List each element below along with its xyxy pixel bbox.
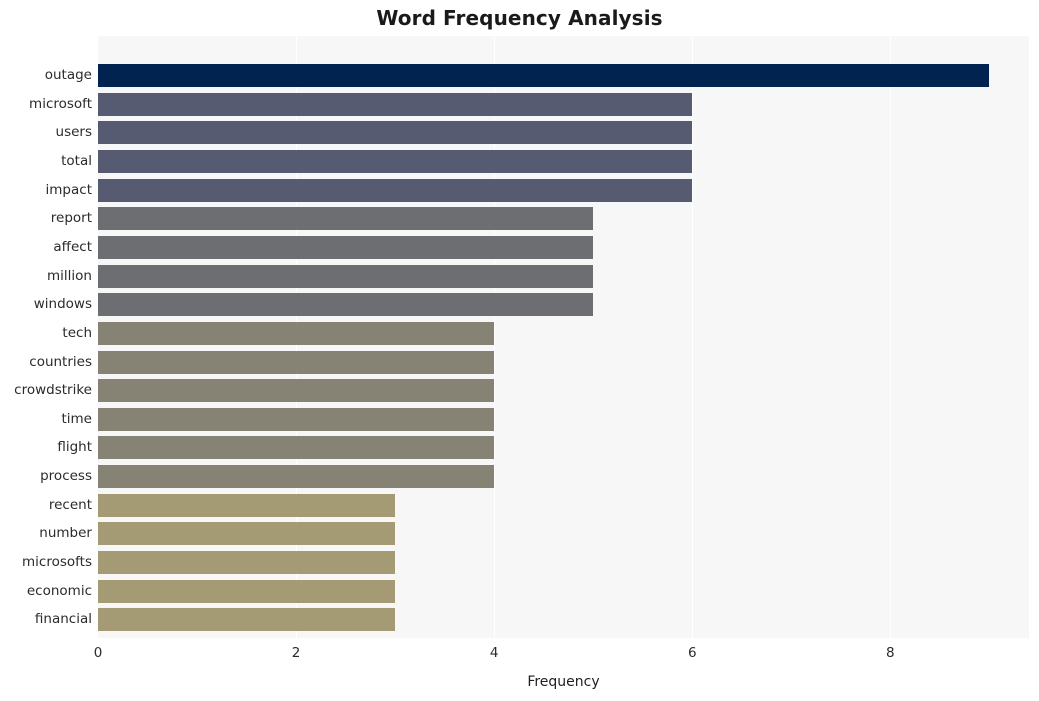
word-frequency-chart-figure: Word Frequency Analysis outage microsoft u…: [0, 0, 1039, 701]
y-axis-tick-label: total: [61, 152, 92, 169]
y-axis-tick-label: recent: [48, 496, 92, 513]
x-axis-tick-label: 8: [886, 645, 895, 661]
y-axis-tick-label: outage: [44, 67, 92, 83]
bar[interactable]: [98, 149, 693, 173]
chart-title: Word Frequency Analysis: [376, 6, 663, 30]
x-axis-tick-labels: 0 2 4 6 8: [0, 645, 1039, 667]
bar[interactable]: [98, 436, 495, 460]
y-axis-tick-label: million: [47, 267, 92, 284]
x-axis-tick-label: 4: [489, 645, 499, 661]
bar[interactable]: [98, 608, 396, 632]
bar[interactable]: [98, 350, 495, 374]
y-axis-tick-label: flight: [57, 439, 92, 456]
bar[interactable]: [98, 235, 594, 259]
bar[interactable]: [98, 207, 594, 231]
x-axis-tick-label: 0: [93, 645, 103, 661]
y-axis-tick-label: number: [39, 525, 92, 542]
x-axis-title: Frequency: [527, 674, 600, 690]
x-axis-tick-label: 6: [687, 645, 697, 661]
bar[interactable]: [98, 92, 693, 116]
bar[interactable]: [98, 321, 495, 345]
y-axis-tick-label: users: [55, 124, 92, 141]
y-axis-tick-label: microsoft: [29, 95, 92, 112]
y-axis-tick-label: economic: [26, 582, 92, 599]
y-axis-tick-label: time: [61, 410, 92, 427]
y-axis-tick-label: financial: [34, 611, 92, 628]
y-axis-tick-labels: outage microsoft users total impact report aff…: [0, 36, 92, 638]
bar[interactable]: [98, 407, 495, 431]
y-axis-tick-label: countries: [29, 353, 92, 370]
y-axis-tick-label: tech: [62, 324, 92, 341]
bar[interactable]: [98, 522, 396, 546]
y-axis-tick-label: windows: [33, 296, 92, 313]
y-axis-tick-label: process: [40, 468, 92, 485]
bar[interactable]: [98, 493, 396, 517]
bars-container: [98, 36, 1029, 638]
y-axis-tick-label: crowdstrike: [14, 382, 92, 399]
plot-area: [98, 36, 1029, 638]
bar[interactable]: [98, 293, 594, 317]
bar[interactable]: [98, 121, 693, 145]
bar[interactable]: [98, 551, 396, 575]
bar[interactable]: [98, 178, 693, 202]
bar[interactable]: [98, 579, 396, 603]
y-axis-tick-label: affect: [53, 238, 92, 255]
x-axis-tick-label: 2: [291, 645, 301, 661]
bar[interactable]: [98, 465, 495, 489]
y-axis-tick-label: report: [50, 210, 92, 227]
y-axis-tick-label: microsofts: [22, 554, 92, 571]
y-axis-tick-label: impact: [45, 181, 92, 198]
bar[interactable]: [98, 264, 594, 288]
bar[interactable]: [98, 64, 990, 87]
bar[interactable]: [98, 379, 495, 403]
